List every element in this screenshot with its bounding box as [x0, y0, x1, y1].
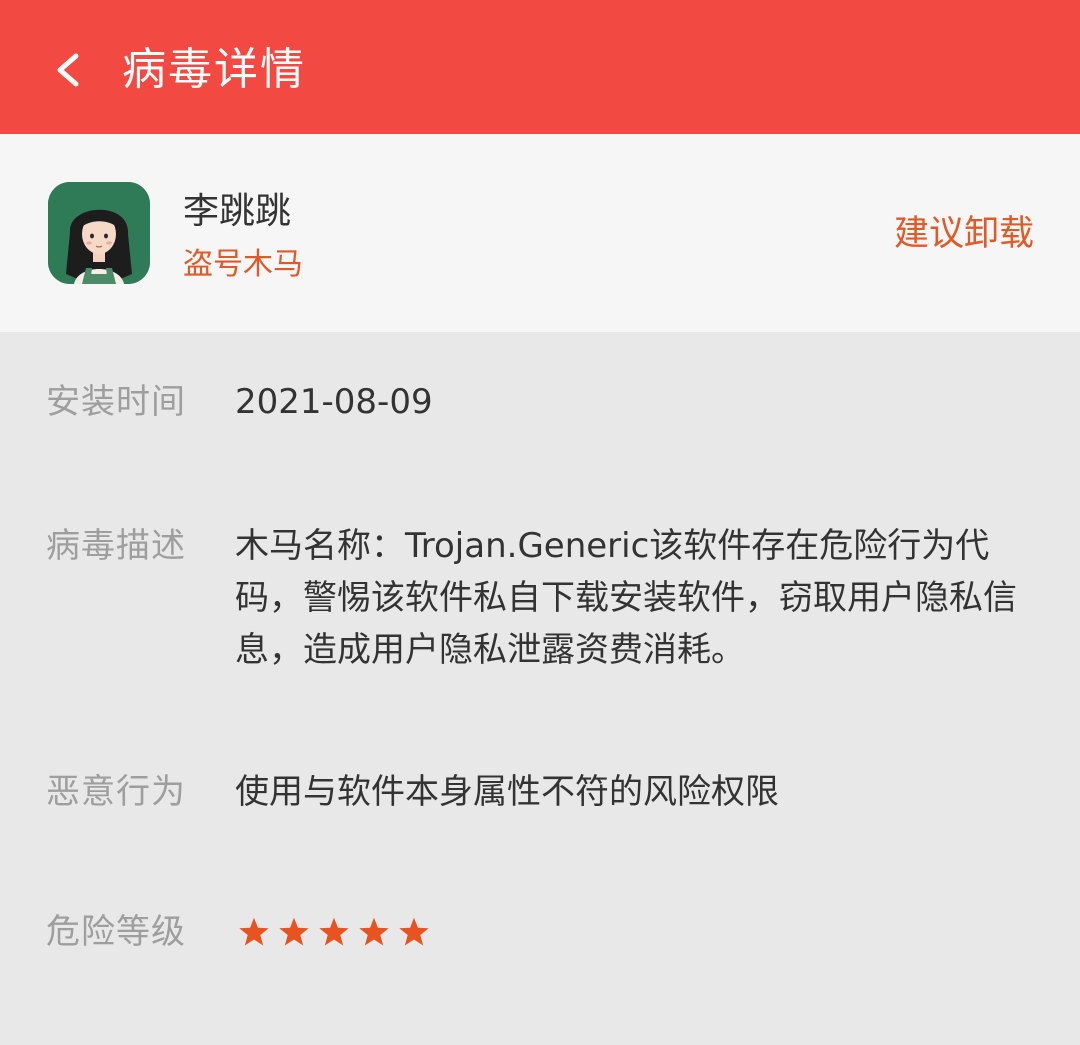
star-icon: [239, 917, 269, 946]
threat-type-label: 盗号木马: [183, 247, 303, 282]
virus-details: 安装时间 2021-08-09 病毒描述 木马名称：Trojan.Generic…: [0, 332, 1080, 1045]
back-button[interactable]: [40, 38, 100, 102]
star-icon: [399, 917, 429, 946]
star-icon: [319, 917, 349, 946]
page-title: 病毒详情: [122, 44, 306, 95]
install-time-label: 安装时间: [46, 382, 186, 422]
app-name: 李跳跳: [183, 191, 292, 232]
install-time-value: 2021-08-09: [235, 382, 433, 422]
risk-level-stars: [236, 914, 432, 950]
description-value: 木马名称：Trojan.Generic该软件存在危险行为代码，警惕该软件私自下载…: [235, 526, 1017, 670]
behavior-value: 使用与软件本身属性不符的风险权限: [235, 772, 779, 812]
star-icon: [279, 917, 309, 946]
app-header: 病毒详情: [0, 0, 1080, 134]
uninstall-button[interactable]: 建议卸载: [894, 210, 1034, 258]
star-icon: [359, 917, 389, 946]
description-label: 病毒描述: [46, 526, 186, 566]
risk-level-label: 危险等级: [46, 912, 186, 952]
chevron-left-icon: [57, 53, 79, 87]
behavior-label: 恶意行为: [46, 772, 186, 812]
avatar-illustration-icon: [48, 182, 150, 284]
app-icon: [48, 182, 150, 284]
app-info-card: 李跳跳 盗号木马 建议卸载: [0, 134, 1080, 332]
